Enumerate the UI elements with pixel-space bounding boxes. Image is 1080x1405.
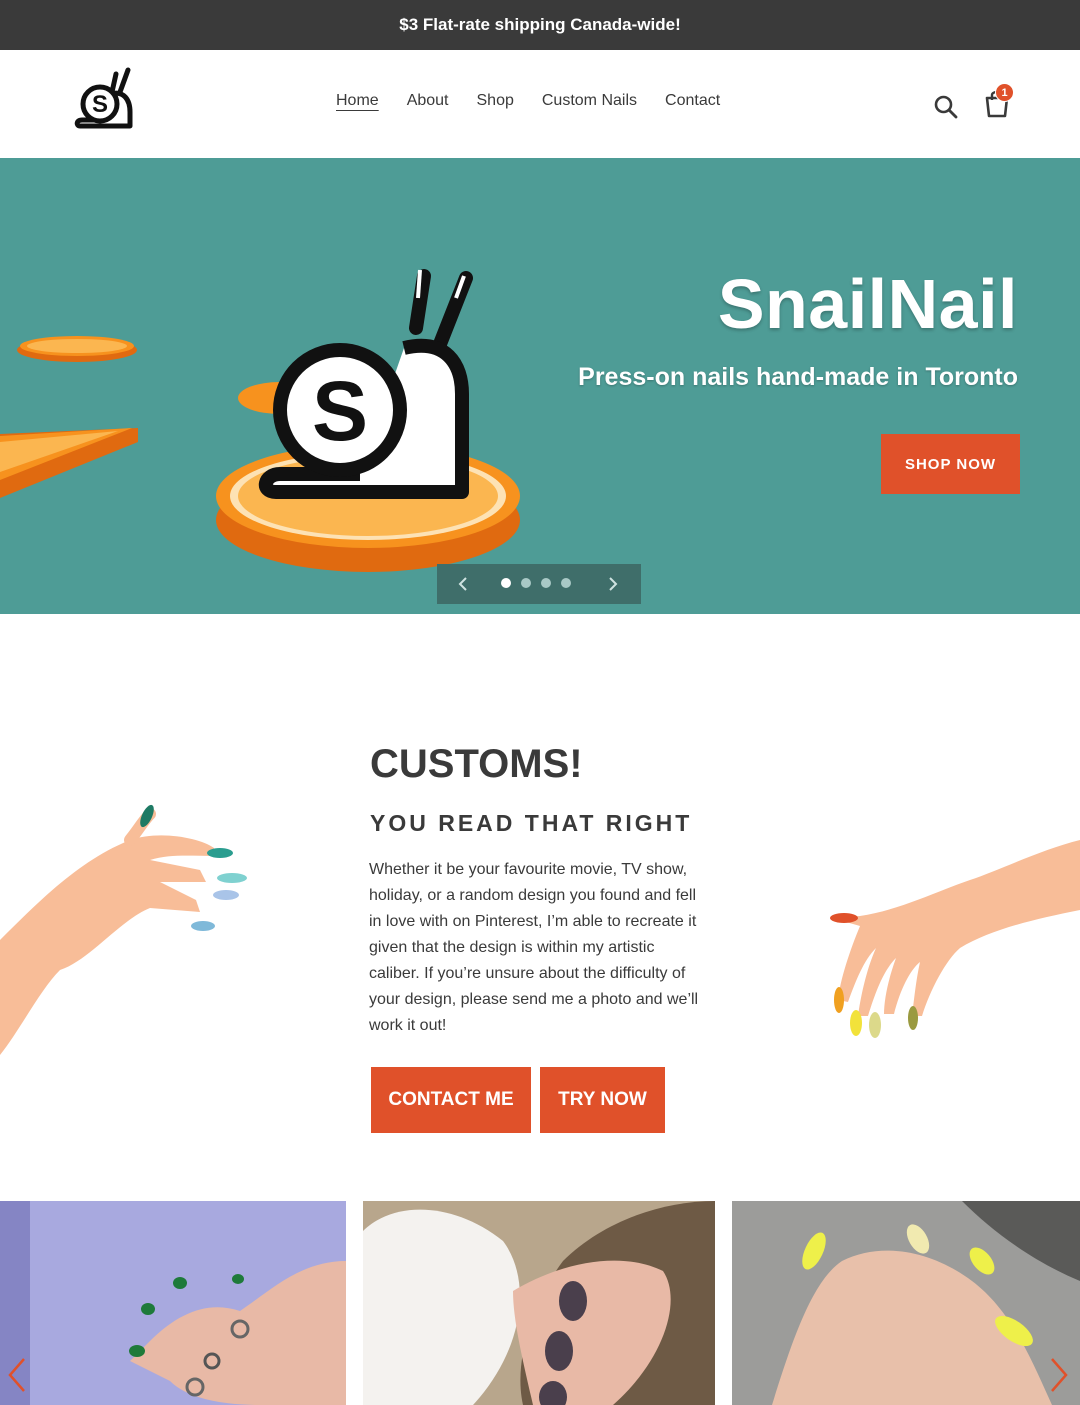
shop-now-button[interactable]: SHOP NOW <box>881 434 1020 494</box>
nav-home[interactable]: Home <box>336 92 379 110</box>
yellow-nails-photo <box>732 1201 1080 1405</box>
site-header: S Home About Shop Custom Nails Contact 1 <box>0 50 1080 158</box>
nav-about[interactable]: About <box>407 92 449 110</box>
gallery-image-glitter-nails[interactable] <box>363 1201 715 1405</box>
customs-body: Whether it be your favourite movie, TV s… <box>369 861 699 1034</box>
hero-subtitle: Press-on nails hand-made in Toronto <box>578 363 1018 391</box>
gallery-next-arrow[interactable] <box>1048 1355 1072 1395</box>
nav-contact[interactable]: Contact <box>665 92 720 110</box>
slide-dot-2[interactable] <box>521 578 531 588</box>
slide-dot-3[interactable] <box>541 578 551 588</box>
svg-text:S: S <box>312 364 368 458</box>
chevron-right-icon <box>609 577 618 591</box>
customs-subtitle: YOU READ THAT RIGHT <box>370 810 693 836</box>
hero-slideshow: S SnailNail Press-on nails hand-made in … <box>0 158 1080 614</box>
chevron-left-icon <box>458 577 467 591</box>
green-nails-photo <box>0 1201 346 1405</box>
cart-count-badge: 1 <box>995 83 1014 102</box>
announcement-text: $3 Flat-rate shipping Canada-wide! <box>399 15 681 34</box>
gallery-image-green-nails[interactable] <box>0 1201 346 1405</box>
gallery-prev-arrow[interactable] <box>4 1355 28 1395</box>
nav-shop[interactable]: Shop <box>477 92 514 110</box>
slide-prev-button[interactable] <box>443 564 483 604</box>
customs-title: CUSTOMS! <box>370 742 583 786</box>
slide-next-button[interactable] <box>593 564 633 604</box>
search-icon[interactable] <box>933 94 959 120</box>
gallery-image-yellow-nails[interactable] <box>732 1201 1080 1405</box>
left-hand-illustration <box>0 804 247 1055</box>
main-nav: Home About Shop Custom Nails Contact <box>336 92 748 110</box>
svg-text:S: S <box>92 91 108 118</box>
try-now-button[interactable]: TRY NOW <box>540 1067 665 1133</box>
hero-title: SnailNail <box>717 265 1018 343</box>
snail-logo[interactable]: S <box>72 66 138 136</box>
contact-me-button[interactable]: CONTACT ME <box>371 1067 531 1133</box>
slideshow-controls <box>437 564 641 604</box>
slide-dot-1[interactable] <box>501 578 511 588</box>
nav-custom-nails[interactable]: Custom Nails <box>542 92 637 110</box>
announcement-bar: $3 Flat-rate shipping Canada-wide! <box>0 0 1080 50</box>
slide-dot-4[interactable] <box>561 578 571 588</box>
slide-dots <box>501 578 571 588</box>
right-hand-illustration <box>830 840 1080 1038</box>
glitter-nails-photo <box>363 1201 715 1405</box>
